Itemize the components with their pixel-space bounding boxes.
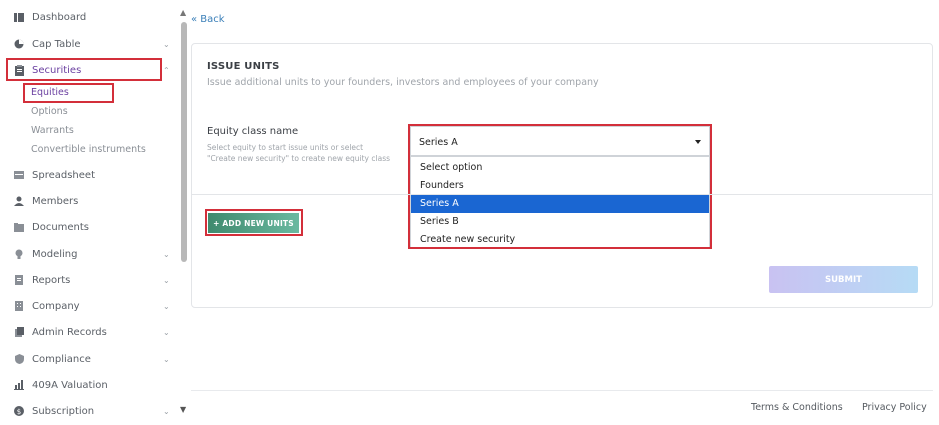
sidebar-item-spreadsheet[interactable]: Spreadsheet: [0, 164, 178, 186]
chevron-down-icon: ⌄: [163, 275, 170, 285]
dollar-icon: $: [14, 406, 24, 416]
page-subtitle: Issue additional units to your founders,…: [207, 77, 599, 88]
sidebar-scrollbar-thumb[interactable]: [181, 22, 187, 262]
highlight-box-add-button: [205, 209, 303, 236]
chevron-up-icon: ⌃: [163, 65, 170, 75]
back-link[interactable]: « Back: [191, 14, 225, 25]
person-icon: [14, 196, 24, 206]
building-icon: [14, 301, 24, 311]
sidebar: Dashboard Cap Table ⌄ Securities ⌃ Equit…: [0, 0, 178, 425]
chart-icon: [14, 380, 24, 390]
sidebar-item-members[interactable]: Members: [0, 190, 178, 212]
footer-divider: [191, 390, 933, 391]
terms-link[interactable]: Terms & Conditions: [751, 402, 843, 413]
pie-chart-icon: [14, 39, 24, 49]
chevron-down-icon: ⌄: [163, 354, 170, 364]
sidebar-item-label: Admin Records: [32, 326, 107, 338]
report-icon: [14, 275, 24, 285]
highlight-box-select: [408, 124, 712, 249]
sidebar-item-label: Subscription: [32, 405, 95, 417]
sidebar-item-409a-valuation[interactable]: 409A Valuation: [0, 374, 178, 396]
sidebar-item-subscription[interactable]: $ Subscription ⌄: [0, 400, 178, 422]
sidebar-item-cap-table[interactable]: Cap Table ⌄: [0, 33, 178, 55]
chevron-down-icon: ⌄: [163, 39, 170, 49]
sidebar-item-label: Compliance: [32, 353, 91, 365]
svg-text:$: $: [17, 408, 21, 416]
equity-class-help-2: "Create new security" to create new equi…: [207, 154, 391, 163]
divider: [192, 194, 932, 195]
sidebar-item-company[interactable]: Company ⌄: [0, 295, 178, 317]
issue-units-card: ISSUE UNITS Issue additional units to yo…: [191, 43, 933, 308]
bulb-icon: [14, 249, 24, 259]
page-title: ISSUE UNITS: [207, 61, 280, 72]
sidebar-item-label: Dashboard: [32, 11, 87, 23]
scroll-down-arrow[interactable]: ▼: [180, 405, 186, 414]
sub-item-convertible-instruments[interactable]: Convertible instruments: [31, 144, 146, 155]
sidebar-item-documents[interactable]: Documents: [0, 216, 178, 238]
sidebar-item-label: Documents: [32, 221, 90, 233]
folder-icon: [14, 222, 24, 232]
shield-icon: [14, 354, 24, 364]
chevron-down-icon: ⌄: [163, 301, 170, 311]
sidebar-item-compliance[interactable]: Compliance ⌄: [0, 348, 178, 370]
sidebar-item-label: Spreadsheet: [32, 169, 95, 181]
sidebar-item-admin-records[interactable]: Admin Records ⌄: [0, 321, 178, 343]
equity-class-label: Equity class name: [207, 126, 299, 137]
sidebar-item-label: Cap Table: [32, 38, 81, 50]
sub-item-options[interactable]: Options: [31, 106, 68, 117]
highlight-box-equities: [23, 83, 114, 103]
chevron-down-icon: ⌄: [163, 327, 170, 337]
privacy-link[interactable]: Privacy Policy: [862, 402, 927, 413]
chevron-down-icon: ⌄: [163, 406, 170, 416]
sidebar-item-label: Reports: [32, 274, 71, 286]
dashboard-icon: [14, 12, 24, 22]
sidebar-item-label: Members: [32, 195, 79, 207]
sidebar-item-label: Company: [32, 300, 80, 312]
sidebar-item-modeling[interactable]: Modeling ⌄: [0, 243, 178, 265]
spreadsheet-icon: [14, 170, 24, 180]
sidebar-item-dashboard[interactable]: Dashboard: [0, 6, 178, 28]
sidebar-item-reports[interactable]: Reports ⌄: [0, 269, 178, 291]
chevron-down-icon: ⌄: [163, 249, 170, 259]
equity-class-help: Select equity to start issue units or se…: [207, 143, 364, 152]
records-icon: [14, 327, 24, 337]
highlight-box-securities: [6, 58, 162, 81]
submit-button[interactable]: SUBMIT: [769, 266, 918, 293]
scroll-up-arrow[interactable]: ▲: [180, 8, 186, 17]
sidebar-item-label: Modeling: [32, 248, 78, 260]
sidebar-item-label: 409A Valuation: [32, 379, 108, 391]
sub-item-warrants[interactable]: Warrants: [31, 125, 74, 136]
